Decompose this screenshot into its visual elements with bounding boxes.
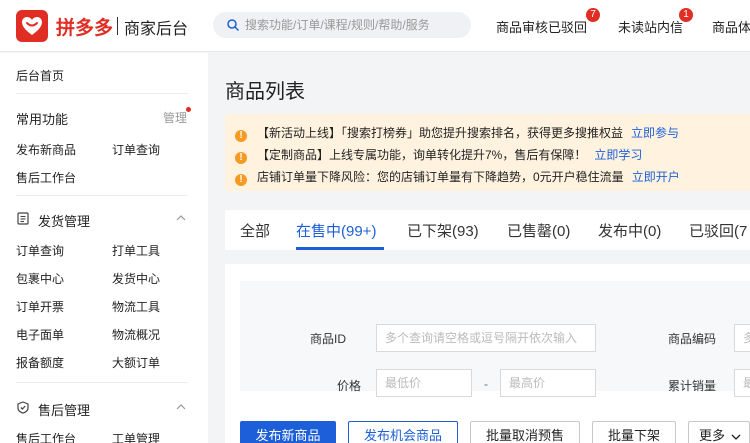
total-sales-label: 累计销量: [668, 379, 717, 393]
notice-row: ! 店铺订单量下降风险：您的店铺订单量有下降趋势，0元开户稳住流量 立即开户: [235, 168, 680, 186]
price-label: 价格: [337, 379, 362, 393]
common-functions-title: 常用功能: [16, 112, 69, 127]
notice-row: ! 【定制商品】上线专属功能，询单转化提升7%，售后有保障！ 立即学习: [235, 146, 642, 164]
sidebar-item-large-orders[interactable]: 大额订单: [112, 354, 160, 371]
nav-unread-messages[interactable]: 未读站内信: [618, 17, 683, 36]
filter-area: 商品ID 商品编码 价格 - 累计销量: [240, 281, 750, 397]
product-code-input[interactable]: [734, 324, 750, 352]
chevron-up-icon[interactable]: [176, 215, 186, 221]
sidebar-item-package-center[interactable]: 包裹中心: [16, 270, 64, 287]
shield-check-icon: [17, 401, 29, 414]
active-tab-underline: [296, 247, 384, 250]
sidebar-item-print-tool[interactable]: 打单工具: [112, 242, 160, 259]
sidebar-item-logistics-tool[interactable]: 物流工具: [112, 298, 160, 315]
price-range-separator: -: [484, 377, 488, 391]
sidebar-item-logistics-overview[interactable]: 物流概况: [112, 326, 160, 343]
sidebar-item-order-query[interactable]: 订单查询: [112, 141, 160, 158]
total-sales-input[interactable]: [734, 369, 750, 397]
tab-on-sale[interactable]: 在售中(99+): [296, 220, 376, 241]
brand-divider: [117, 17, 118, 35]
price-min-input[interactable]: [376, 369, 472, 397]
manage-link[interactable]: 管理: [163, 109, 187, 126]
notice-row: ! 【新活动上线】「搜索打榜券」助您提升搜索排名，获得更多搜推权益 立即参与: [235, 124, 679, 142]
batch-off-shelf-button[interactable]: 批量下架: [592, 421, 676, 443]
notice-text: 【新活动上线】「搜索打榜券」助您提升搜索排名，获得更多搜推权益: [257, 126, 624, 140]
tab-publishing[interactable]: 发布中(0): [598, 220, 661, 241]
product-code-label: 商品编码: [668, 332, 717, 346]
notice-link-learn[interactable]: 立即学习: [594, 148, 642, 162]
notice-link-open-account[interactable]: 立即开户: [632, 170, 680, 184]
nav-review-rejected[interactable]: 商品审核已驳回: [496, 17, 587, 36]
chevron-down-icon: [731, 434, 741, 440]
brand-name[interactable]: 拼多多: [56, 13, 113, 40]
sidebar-divider: [16, 195, 188, 196]
notice-link-join[interactable]: 立即参与: [631, 126, 679, 140]
sidebar-divider: [16, 382, 188, 383]
sidebar: 后台首页 常用功能 管理 发布新商品 订单查询 售后工作台 发货管理 订单查询 …: [0, 53, 208, 443]
manage-red-dot: [186, 107, 191, 112]
sidebar-item-aftersale-workbench[interactable]: 售后工作台: [16, 169, 76, 186]
batch-cancel-presale-button[interactable]: 批量取消预售: [470, 421, 580, 443]
sidebar-item-order-invoice[interactable]: 订单开票: [16, 298, 64, 315]
publish-new-product-button[interactable]: 发布新商品: [240, 421, 336, 443]
sidebar-item-aftersale-workbench-2[interactable]: 售后工作台: [16, 430, 76, 443]
publish-opportunity-product-button[interactable]: 发布机会商品: [348, 421, 458, 443]
sidebar-home[interactable]: 后台首页: [16, 67, 64, 84]
sidebar-item-ticket-management[interactable]: 工单管理: [112, 430, 160, 443]
search-input[interactable]: [245, 16, 465, 34]
more-actions-label: 更多: [699, 428, 726, 443]
global-search[interactable]: [213, 12, 471, 38]
sidebar-item-e-waybill[interactable]: 电子面单: [16, 326, 64, 343]
product-list-panel: 商品ID 商品编码 价格 - 累计销量 发布新商品 发布机会商品 批量取消预售 …: [225, 264, 750, 443]
tab-all[interactable]: 全部: [240, 220, 270, 241]
page-title: 商品列表: [225, 81, 305, 103]
sidebar-item-report-quota[interactable]: 报备额度: [16, 354, 64, 371]
notice-banner: ! 【新活动上线】「搜索打榜券」助您提升搜索排名，获得更多搜推权益 立即参与 ! 【定…: [225, 114, 750, 191]
tab-off-shelf[interactable]: 已下架(93): [407, 220, 479, 241]
pinduoduo-logo-icon[interactable]: [16, 10, 48, 42]
notice-text: 【定制商品】上线专属功能，询单转化提升7%，售后有保障！: [257, 148, 587, 162]
more-actions-button[interactable]: 更多: [688, 421, 750, 443]
tab-rejected[interactable]: 已驳回(7: [689, 220, 747, 241]
sidebar-divider: [16, 93, 188, 94]
brand-subtitle: 商家后台: [124, 21, 189, 38]
sidebar-item-shipping-center[interactable]: 发货中心: [112, 270, 160, 287]
document-icon: [17, 212, 29, 225]
aftersale-management-title[interactable]: 售后管理: [38, 400, 90, 419]
sidebar-item-publish-product[interactable]: 发布新商品: [16, 141, 76, 158]
unread-messages-badge: 1: [679, 8, 693, 22]
shipping-management-title[interactable]: 发货管理: [38, 211, 90, 230]
price-max-input[interactable]: [500, 369, 596, 397]
review-rejected-badge: 7: [586, 8, 600, 22]
sidebar-item-order-query-2[interactable]: 订单查询: [16, 242, 64, 259]
nav-product-more[interactable]: 商品体: [712, 17, 750, 36]
notice-text: 店铺订单量下降风险：您的店铺订单量有下降趋势，0元开户稳住流量: [257, 170, 624, 184]
tab-sold-out[interactable]: 已售罄(0): [507, 220, 570, 241]
warning-icon: !: [235, 130, 247, 142]
product-status-tabs: 全部 在售中(99+) 已下架(93) 已售罄(0) 发布中(0) 已驳回(7: [225, 210, 750, 250]
product-id-label: 商品ID: [310, 332, 347, 346]
product-id-input[interactable]: [376, 324, 596, 352]
search-icon: [227, 19, 239, 31]
warning-icon: !: [235, 174, 247, 186]
top-header: 拼多多 商家后台 商品审核已驳回 7 未读站内信 1 商品体: [0, 0, 750, 52]
chevron-up-icon[interactable]: [176, 404, 186, 410]
warning-icon: !: [235, 152, 247, 164]
